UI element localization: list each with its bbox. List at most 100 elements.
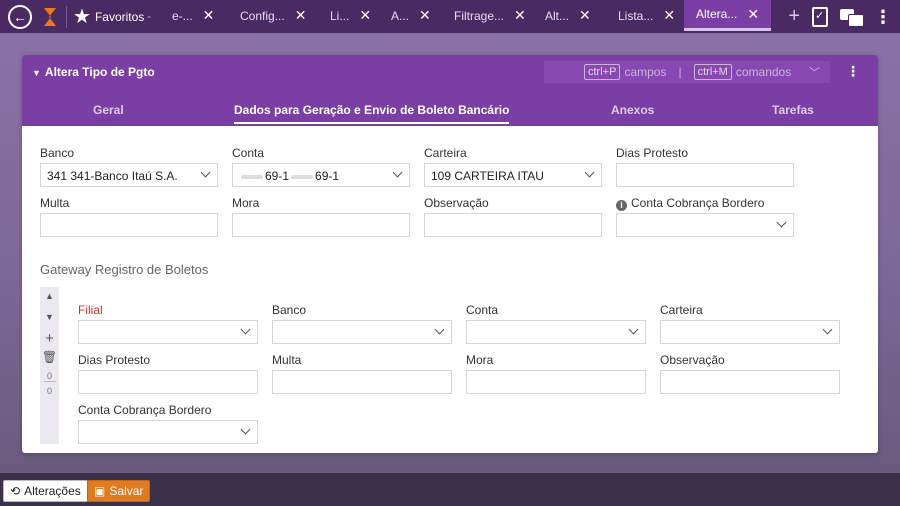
tab-label: Filtrage... [454,8,505,23]
conta-cobranca-label-text: Conta Cobrança Bordero [631,196,765,210]
favorites-label: Favoritos [94,9,145,24]
gw-conta-label: Conta [466,303,499,317]
tab-dados-boleto[interactable]: Dados para Geração e Envio de Boleto Ban… [234,103,510,124]
back-arrow-icon[interactable]: ← [8,4,32,29]
mora-input[interactable] [232,213,410,237]
panel-more-icon[interactable]: ⋮ [846,63,860,80]
close-icon[interactable]: ✕ [663,7,675,24]
save-button[interactable]: ▣ Salvar [87,480,151,502]
gw-multa-input[interactable] [272,370,452,394]
gw-observacao-input[interactable] [660,370,840,394]
tab-8-active[interactable]: Altera... ✕ [684,0,772,31]
divider [66,5,67,28]
tab-label: Li... [330,8,350,23]
add-tab-icon[interactable]: + [788,5,800,28]
carteira-select[interactable]: 109 CARTEIRA ITAU [424,163,602,187]
conta-value-part-2: 69-1 [315,169,340,183]
tab-1[interactable]: e-... ✕ [172,0,214,31]
trash-icon[interactable]: 🗑 [42,350,57,364]
multa-label: Multa [40,196,70,210]
tab-tarefas[interactable]: Tarefas [772,103,814,117]
shortcut-divider: | [678,65,682,79]
app-logo-icon [44,7,56,26]
panel-header: ▼ Altera Tipo de Pgto ctrl+P campos | ctr… [22,55,878,126]
history-icon: ⟲ [10,484,21,498]
commands-shortcut-label: comandos [735,65,792,79]
multa-input[interactable] [40,213,218,237]
move-up-icon[interactable]: ▲ [45,291,54,301]
row-counter: 0 [43,371,56,382]
gw-conta-select[interactable] [466,320,646,344]
fields-shortcut-label: campos [624,65,667,79]
info-icon[interactable]: i [616,200,627,211]
gw-mora-label: Mora [466,353,494,367]
gw-observacao-label: Observação [660,353,725,367]
more-options-icon[interactable]: ⋮ [874,8,892,26]
close-icon[interactable]: ✕ [579,7,591,24]
panel-title[interactable]: ▼ Altera Tipo de Pgto [32,65,155,79]
chevron-down-icon [584,167,595,178]
commands-shortcut-key: ctrl+M [693,64,732,80]
gw-conta-cobranca-label: Conta Cobrança Bordero [78,403,212,417]
tab-6[interactable]: Alt... ✕ [545,0,591,31]
chevron-down-icon [434,324,445,335]
tab-2[interactable]: Config... ✕ [240,0,306,31]
carteira-label: Carteira [424,146,467,160]
tab-label: Altera... [696,7,738,21]
chevron-down-icon[interactable]: ﹀ [809,64,820,80]
mora-label: Mora [232,196,260,210]
clipboard-check-icon[interactable] [812,6,828,27]
gw-banco-select[interactable] [272,320,452,344]
row-counter: 0 [46,386,52,396]
gw-dias-protesto-input[interactable] [78,370,258,394]
carteira-value: 109 CARTEIRA ITAU [431,169,544,183]
gw-banco-label: Banco [272,303,307,317]
add-row-icon[interactable]: + [45,330,54,347]
chat-icon[interactable] [840,8,864,27]
alteracoes-button[interactable]: ⟲ Alterações [3,480,88,502]
collapse-triangle-icon: ▼ [32,68,41,78]
conta-label: Conta [232,146,265,160]
favorites-menu[interactable]: ★ Favoritos - [73,7,151,27]
dias-protesto-input[interactable] [616,163,794,187]
close-icon[interactable]: ✕ [419,7,431,24]
tab-7[interactable]: Lista... ✕ [618,0,675,31]
banco-select[interactable]: 341 341-Banco Itaú S.A. [40,163,218,187]
gw-carteira-select[interactable] [660,320,840,344]
tab-5[interactable]: Filtrage... ✕ [454,0,526,31]
close-icon[interactable]: ✕ [295,7,307,24]
conta-select[interactable]: 69-1 69-1 [232,163,410,187]
bottom-toolbar: ⟲ Alterações ▣ Salvar [0,473,900,506]
tab-3[interactable]: Li... ✕ [330,0,371,31]
gw-multa-label: Multa [272,353,302,367]
gateway-section-title: Gateway Registro de Boletos [40,262,209,277]
chevron-down-icon [776,217,787,228]
masked-digits [291,174,314,179]
tab-anexos[interactable]: Anexos [611,103,654,117]
panel-title-text: Altera Tipo de Pgto [44,65,155,79]
tab-geral[interactable]: Geral [93,103,124,117]
tab-4[interactable]: A... ✕ [391,0,431,31]
conta-cobranca-label: i Conta Cobrança Bordero [616,196,764,211]
chevron-down-icon [392,167,403,178]
grid-row-tools: ▲ ▼ + 🗑 0 0 [40,287,59,444]
observacao-label: Observação [424,196,489,210]
move-down-icon[interactable]: ▼ [45,312,54,322]
masked-digits [241,174,263,179]
observacao-input[interactable] [424,213,602,237]
close-icon[interactable]: ✕ [359,7,371,24]
gw-carteira-label: Carteira [660,303,703,317]
chevron-down-icon [240,324,251,335]
conta-cobranca-select[interactable] [616,213,794,237]
close-icon[interactable]: ✕ [747,6,759,23]
gw-filial-select[interactable] [78,320,258,344]
gw-conta-cobranca-select[interactable] [78,420,258,444]
banco-label: Banco [40,146,75,160]
favorites-caret: - [147,10,151,23]
tab-label: Lista... [618,8,654,23]
close-icon[interactable]: ✕ [514,7,526,24]
command-search[interactable]: ctrl+P campos | ctrl+M comandos ﹀ [544,61,830,83]
close-icon[interactable]: ✕ [203,7,215,24]
gw-mora-input[interactable] [466,370,646,394]
chevron-down-icon [628,324,639,335]
